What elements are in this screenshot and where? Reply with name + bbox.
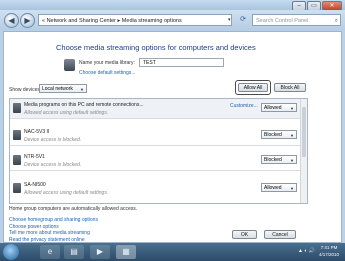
scrollbar-thumb[interactable] [302,107,306,157]
clock-time: 7:41 PM [320,245,338,250]
access-value: Allowed [264,105,282,111]
search-icon[interactable]: ⌕ [335,15,338,27]
library-name-field[interactable]: TEST [139,58,224,67]
control-panel-icon[interactable]: ▦ [116,245,136,259]
show-devices-select[interactable]: Local network ▼ [39,84,87,93]
chevron-down-icon: ▼ [290,186,294,191]
block-all-button[interactable]: Block All [274,83,306,92]
page-title: Choose media streaming options for compu… [56,43,256,52]
device-list-scrollbar[interactable] [300,99,307,203]
device-status: Allowed access using default settings. [24,190,109,196]
media-library-icon [64,59,75,71]
chevron-down-icon: ▼ [290,133,294,138]
access-value: Blocked [264,157,282,163]
access-value: Blocked [264,132,282,138]
start-button[interactable] [3,244,19,260]
title-bar: – ▭ ✕ [0,0,345,11]
main-content: Choose media streaming options for compu… [3,31,342,243]
access-select[interactable]: Blocked ▼ [261,155,297,164]
device-status: Allowed access using default settings. [24,110,109,116]
media-streaming-help-link[interactable]: Tell me more about media streaming [9,230,98,237]
folder-icon[interactable]: ▤ [64,245,84,259]
device-icon [13,130,21,140]
homegroup-note: Home group computers are automatically a… [9,206,138,212]
address-bar[interactable]: « Network and Sharing Center ▸ Media str… [38,14,232,26]
device-name: SA-NI500 [24,182,46,188]
access-select[interactable]: Allowed ▼ [261,103,297,112]
media-player-icon[interactable]: ▶ [90,245,110,259]
cancel-button[interactable]: Cancel [264,230,296,239]
chevron-down-icon: ▼ [290,106,294,111]
navigation-bar: ◀ ▶ « Network and Sharing Center ▸ Media… [0,10,345,30]
forward-button[interactable]: ▶ [20,13,35,28]
access-select[interactable]: Blocked ▼ [261,130,297,139]
search-placeholder: Search Control Panel [256,18,309,24]
device-status: Device access is blocked. [24,137,82,143]
control-panel-window: – ▭ ✕ ◀ ▶ « Network and Sharing Center ▸… [0,0,345,243]
device-status: Device access is blocked. [24,162,82,168]
show-devices-value: Local network [42,86,73,92]
device-name: NAC-5V3 II [24,129,50,135]
related-links: Choose homegroup and sharing options Cho… [9,217,98,244]
device-row[interactable]: NAC-5V3 II Device access is blocked. Blo… [10,126,307,146]
clock-date: 4/17/2010 [318,252,339,257]
device-name: Media programs on this PC and remote con… [24,102,144,108]
back-button[interactable]: ◀ [4,13,19,28]
device-row[interactable]: NTR-5V1 Device access is blocked. Blocke… [10,151,307,171]
taskbar: e ▤ ▶ ▦ ▲ ◐ 🔊 7:41 PM 4/17/2010 [0,243,345,261]
power-options-link[interactable]: Choose power options [9,224,98,231]
access-select[interactable]: Allowed ▼ [261,183,297,192]
device-row[interactable]: Media programs on this PC and remote con… [10,99,307,119]
device-icon [13,155,21,165]
customize-link[interactable]: Customize... [230,103,258,109]
device-name: NTR-5V1 [24,154,45,160]
system-tray-icons[interactable]: ▲ ◐ 🔊 [298,248,315,254]
computer-icon [13,103,21,113]
device-icon [13,183,21,193]
allow-all-button[interactable]: Allow All [238,83,268,92]
refresh-icon[interactable]: ⟳ [238,14,248,26]
homegroup-options-link[interactable]: Choose homegroup and sharing options [9,217,98,224]
choose-default-settings-link[interactable]: Choose default settings... [79,70,135,76]
access-value: Allowed [264,185,282,191]
device-row[interactable]: SA-NI500 Allowed access using default se… [10,179,307,199]
clock[interactable]: 7:41 PM 4/17/2010 [319,244,339,258]
search-input[interactable]: Search Control Panel ⌕ [252,14,341,26]
device-list: Media programs on this PC and remote con… [9,98,308,204]
library-name-label: Name your media library: [79,60,135,66]
chevron-down-icon: ▼ [290,158,294,163]
chevron-down-icon[interactable]: ▾ [228,14,231,26]
internet-explorer-icon[interactable]: e [40,245,60,259]
chevron-down-icon: ▼ [80,87,84,92]
ok-button[interactable]: OK [232,230,257,239]
